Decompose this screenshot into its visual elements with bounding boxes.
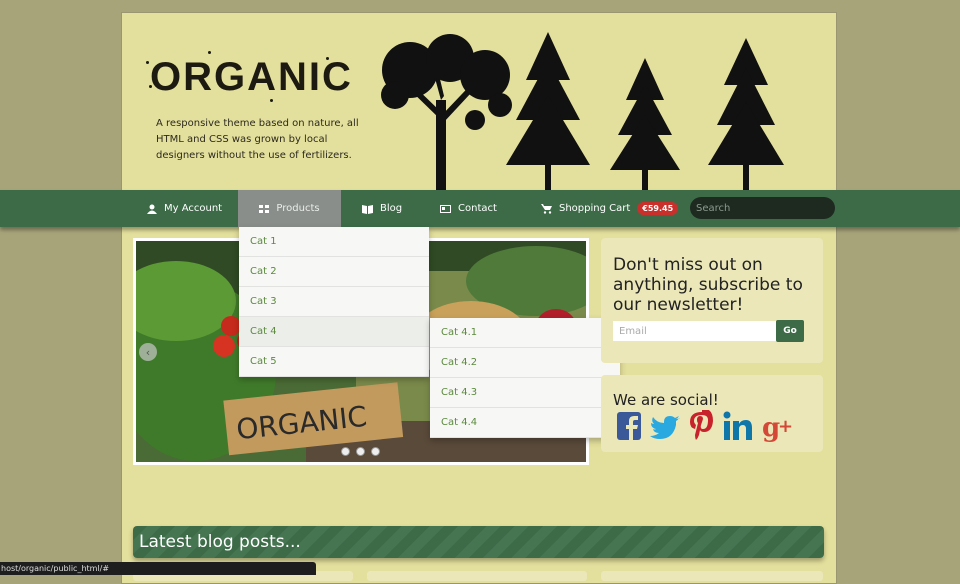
book-icon <box>362 204 373 214</box>
slider-dot-2[interactable] <box>356 447 365 456</box>
card-icon <box>440 204 451 213</box>
social-title: We are social! <box>613 391 719 409</box>
slider-dot-1[interactable] <box>341 447 350 456</box>
menu-item-cat4-3[interactable]: Cat 4.3 <box>430 378 620 408</box>
blog-card[interactable] <box>601 571 823 581</box>
slider-dot-3[interactable] <box>371 447 380 456</box>
slider-prev-button[interactable]: ‹ <box>139 343 157 361</box>
email-field[interactable] <box>613 321 776 341</box>
newsletter-title: Don't miss out on anything, subscribe to… <box>613 255 803 315</box>
grid-icon <box>259 204 270 213</box>
cart-icon <box>541 203 552 214</box>
nav-shopping-cart[interactable]: Shopping Cart €59.45 <box>541 190 679 227</box>
pinterest-icon[interactable] <box>688 410 716 442</box>
products-dropdown: Cat 1 Cat 2 Cat 3 Cat 4 Cat 5 <box>239 227 429 377</box>
google-plus-icon[interactable]: g + <box>762 410 794 442</box>
menu-item-cat4-4[interactable]: Cat 4.4 <box>430 408 620 438</box>
menu-item-cat4-2[interactable]: Cat 4.2 <box>430 348 620 378</box>
nav-label: Products <box>276 203 320 214</box>
cat4-submenu: Cat 4.1 Cat 4.2 Cat 4.3 Cat 4.4 <box>430 318 620 438</box>
menu-item-cat3[interactable]: Cat 3 <box>239 287 429 317</box>
blog-card[interactable] <box>367 571 587 581</box>
nav-contact[interactable]: Contact <box>440 190 497 227</box>
browser-status-url: host/organic/public_html/# <box>0 562 316 575</box>
twitter-icon[interactable] <box>650 410 682 442</box>
linkedin-icon[interactable] <box>722 410 754 442</box>
svg-text:+: + <box>778 416 793 437</box>
nav-products[interactable]: Products <box>238 190 341 227</box>
menu-item-cat5[interactable]: Cat 5 <box>239 347 429 377</box>
menu-item-cat2[interactable]: Cat 2 <box>239 257 429 287</box>
menu-item-cat4-1[interactable]: Cat 4.1 <box>430 318 620 348</box>
nav-my-account[interactable]: My Account <box>147 190 222 227</box>
cart-total-badge: €59.45 <box>637 202 679 215</box>
site-logo[interactable]: ORGANIC <box>146 51 353 102</box>
nav-label: Contact <box>458 203 497 214</box>
user-icon <box>147 204 157 214</box>
logo-text: ORGANIC <box>150 55 353 99</box>
site-tagline: A responsive theme based on nature, all … <box>156 118 359 161</box>
facebook-icon[interactable] <box>617 410 643 442</box>
nav-label: Shopping Cart <box>559 203 631 214</box>
menu-item-cat4[interactable]: Cat 4 <box>239 317 429 347</box>
nav-blog[interactable]: Blog <box>362 190 402 227</box>
trees-illustration <box>381 32 784 190</box>
nav-label: Blog <box>380 203 403 214</box>
blog-posts-title: Latest blog posts... <box>139 532 301 552</box>
nav-label: My Account <box>164 203 223 214</box>
menu-item-cat1[interactable]: Cat 1 <box>239 227 429 257</box>
search-input[interactable] <box>690 197 835 219</box>
subscribe-go-button[interactable]: Go <box>776 320 804 342</box>
